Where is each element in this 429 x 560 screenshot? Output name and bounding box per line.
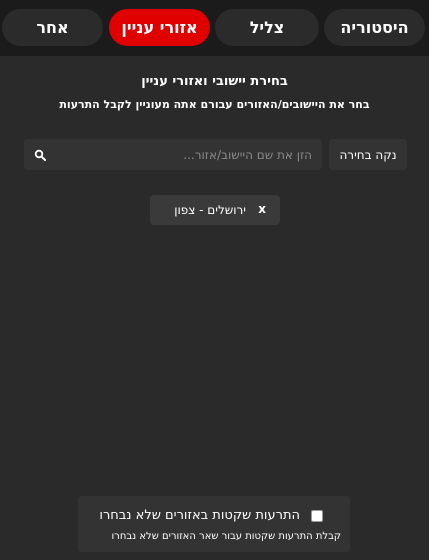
selected-area-label: ירושלים - צפון <box>174 203 246 217</box>
tab-history[interactable]: היסטוריה <box>324 9 425 46</box>
selected-area-chip: ירושלים - צפון x <box>150 195 280 225</box>
search-box <box>24 139 322 170</box>
search-icon[interactable] <box>34 149 46 161</box>
tab-other[interactable]: אחר <box>2 9 103 46</box>
panel-subtitle: בחר את היישובים/האזורים עבורם אתה מעוניי… <box>59 98 370 111</box>
tab-bar: היסטוריה צליל אזורי עניין אחר <box>0 0 429 56</box>
search-input[interactable] <box>72 139 312 170</box>
clear-selection-button[interactable]: נקה בחירה <box>329 139 407 170</box>
tab-sound[interactable]: צליל <box>215 9 319 46</box>
tab-areas-of-interest[interactable]: אזורי עניין <box>109 9 210 46</box>
silent-alerts-label[interactable]: התרעות שקטות באזורים שלא נבחרו <box>99 508 300 523</box>
panel-title: בחירת יישובי ואזורי עניין <box>141 74 288 89</box>
remove-area-button[interactable]: x <box>258 195 266 225</box>
silent-alerts-description: קבלת התרעות שקטות עבור שאר האזורים שלא נ… <box>111 531 341 542</box>
silent-alerts-option: התרעות שקטות באזורים שלא נבחרו קבלת התרע… <box>78 496 350 552</box>
silent-alerts-checkbox[interactable] <box>311 510 323 522</box>
